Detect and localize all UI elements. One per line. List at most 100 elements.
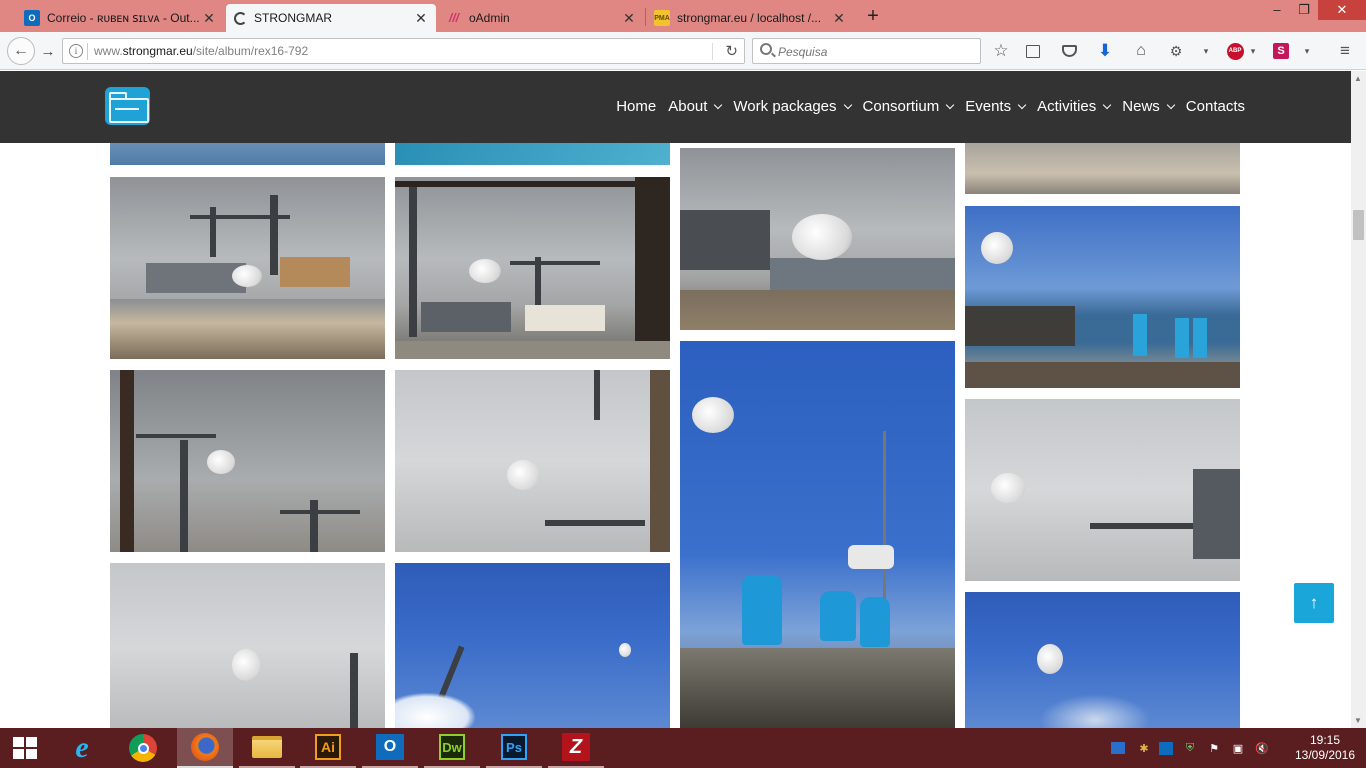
balloon-shape: [232, 649, 260, 681]
tab-outlook[interactable]: O Correio - ʀᴜʙᴇɴ ꜱɪʟᴠᴀ - Out... ✕: [16, 4, 224, 32]
taskbar-illustrator[interactable]: Ai: [300, 728, 356, 768]
close-tab-icon[interactable]: ✕: [622, 10, 636, 27]
start-button[interactable]: [0, 728, 50, 768]
album-photo[interactable]: [110, 563, 385, 728]
menu-item-work-packages[interactable]: Work packages: [733, 98, 852, 115]
album-photo[interactable]: [395, 177, 670, 359]
taskbar-dreamweaver[interactable]: Dw: [424, 728, 480, 768]
tray-network-icon[interactable]: ▣: [1230, 740, 1246, 756]
person-shape: [742, 575, 782, 645]
page-scrollbar[interactable]: ▲ ▼: [1351, 71, 1366, 728]
menu-item-home[interactable]: Home: [616, 98, 656, 115]
taskbar-outlook[interactable]: O: [362, 728, 418, 768]
scroll-up-icon[interactable]: ▲: [1354, 74, 1362, 83]
album-photo[interactable]: [680, 341, 955, 728]
tray-outlook-icon[interactable]: [1158, 740, 1174, 756]
photoshop-icon: Ps: [501, 734, 527, 760]
taskbar-photoshop[interactable]: Ps: [486, 728, 542, 768]
menu-item-consortium[interactable]: Consortium: [863, 98, 955, 115]
balloon-shape: [207, 450, 235, 474]
scroll-down-icon[interactable]: ▼: [1354, 716, 1362, 725]
restore-button[interactable]: ❐: [1290, 0, 1318, 20]
album-photo[interactable]: [965, 399, 1240, 581]
back-to-top-button[interactable]: ↑: [1294, 583, 1334, 623]
menu-item-events[interactable]: Events: [965, 98, 1027, 115]
url-text[interactable]: www.strongmar.eu/site/album/rex16-792: [94, 44, 308, 58]
new-tab-button[interactable]: +: [862, 4, 884, 28]
tray-bug-icon[interactable]: ✱: [1136, 740, 1152, 756]
ground-shape: [395, 341, 670, 359]
menu-item-contacts[interactable]: Contacts: [1186, 98, 1245, 115]
album-photo[interactable]: [680, 148, 955, 330]
taskbar-file-explorer[interactable]: [239, 728, 295, 768]
balloon-shape: [991, 473, 1025, 503]
tab-title: Correio - ʀᴜʙᴇɴ ꜱɪʟᴠᴀ - Out...: [47, 11, 200, 25]
download-icon[interactable]: ⬇: [1096, 41, 1114, 60]
pillar-shape: [650, 370, 670, 552]
tray-network-app-icon[interactable]: [1110, 740, 1126, 756]
site-info-icon[interactable]: i: [69, 44, 83, 58]
address-bar[interactable]: i www.strongmar.eu/site/album/rex16-792 …: [62, 38, 745, 64]
crane-shape: [280, 510, 360, 514]
menu-item-news[interactable]: News: [1122, 98, 1176, 115]
crane-shape: [136, 434, 216, 438]
crane-shape: [210, 207, 216, 257]
album-photo[interactable]: [395, 143, 670, 165]
scrollbar-thumb[interactable]: [1353, 210, 1364, 240]
extension-dropdown-icon[interactable]: ▾: [1197, 42, 1215, 60]
adblock-dropdown-icon[interactable]: ▾: [1244, 42, 1262, 60]
album-photo[interactable]: [395, 563, 670, 728]
search-bar[interactable]: [752, 38, 981, 64]
album-photo[interactable]: [110, 143, 385, 165]
back-button[interactable]: ←: [7, 37, 35, 65]
s-extension-dropdown-icon[interactable]: ▾: [1298, 42, 1316, 60]
url-path: /site/album/rex16-792: [192, 44, 309, 58]
extension-gear-icon[interactable]: ⚙: [1167, 42, 1185, 60]
crane-shape: [1090, 523, 1200, 529]
tray-flag-icon[interactable]: ⚑: [1206, 740, 1222, 756]
s-extension-label: S: [1273, 43, 1289, 59]
close-window-button[interactable]: ✕: [1318, 0, 1366, 20]
tab-phpmyadmin[interactable]: PMA strongmar.eu / localhost /... ✕: [646, 4, 854, 32]
tray-security-shield-icon[interactable]: ⛨: [1182, 740, 1198, 756]
person-shape: [1133, 314, 1147, 356]
tab-strongmar[interactable]: STRONGMAR ✕: [226, 4, 436, 32]
menu-label: Activities: [1037, 98, 1097, 115]
pillar-shape: [120, 370, 134, 552]
s-extension-icon[interactable]: S: [1272, 42, 1290, 60]
system-clock[interactable]: 19:15 13/09/2016: [1290, 733, 1360, 763]
close-tab-icon[interactable]: ✕: [202, 10, 216, 27]
person-shape: [820, 591, 856, 641]
close-tab-icon[interactable]: ✕: [832, 10, 846, 27]
album-photo[interactable]: [395, 370, 670, 552]
bookmark-star-icon[interactable]: ☆: [992, 41, 1010, 60]
tab-oadmin[interactable]: /// oAdmin ✕: [438, 4, 644, 32]
taskbar-internet-explorer[interactable]: e: [54, 728, 110, 768]
album-photo[interactable]: [965, 143, 1240, 194]
building-shape: [421, 302, 511, 332]
minimize-button[interactable]: –: [1263, 0, 1291, 20]
album-photo[interactable]: [965, 592, 1240, 728]
album-photo[interactable]: [110, 370, 385, 552]
search-input[interactable]: [778, 43, 973, 60]
reading-list-icon[interactable]: [1024, 42, 1042, 60]
album-photo[interactable]: [110, 177, 385, 359]
search-icon: [760, 43, 772, 55]
taskbar-chrome[interactable]: [115, 728, 171, 768]
home-icon[interactable]: ⌂: [1132, 42, 1150, 60]
taskbar-filezilla[interactable]: Z: [548, 728, 604, 768]
hamburger-menu-icon[interactable]: ≡: [1336, 41, 1354, 60]
adblock-icon[interactable]: ABP: [1226, 42, 1244, 60]
reload-icon[interactable]: ↻: [725, 42, 738, 60]
strongmar-logo[interactable]: [105, 87, 150, 125]
taskbar-firefox[interactable]: [177, 728, 233, 768]
menu-item-about[interactable]: About: [668, 98, 723, 115]
cloud-shape: [395, 693, 475, 728]
close-tab-icon[interactable]: ✕: [414, 10, 428, 27]
forward-button[interactable]: →: [37, 40, 59, 62]
pocket-icon[interactable]: [1060, 42, 1078, 60]
album-photo[interactable]: [965, 206, 1240, 388]
clock-date: 13/09/2016: [1294, 748, 1356, 762]
menu-item-activities[interactable]: Activities: [1037, 98, 1112, 115]
tray-volume-muted-icon[interactable]: 🔇: [1254, 740, 1270, 756]
